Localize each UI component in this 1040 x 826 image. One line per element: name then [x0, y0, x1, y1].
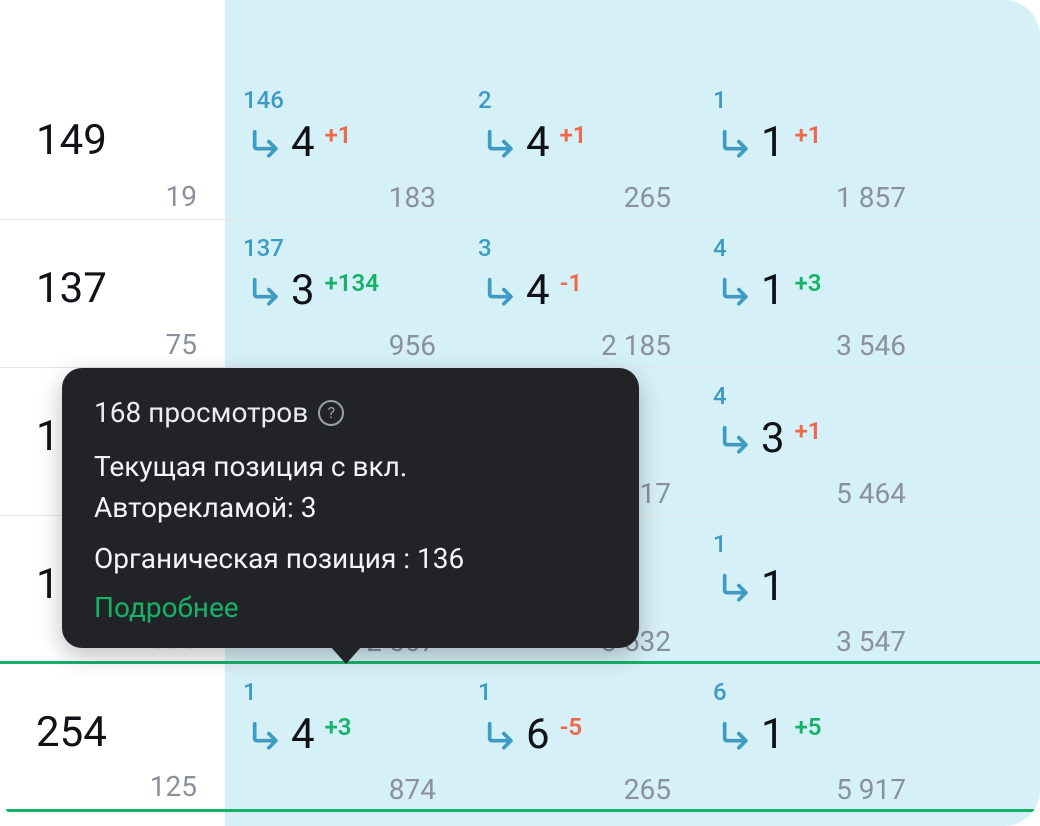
cell-position: 4: [291, 710, 315, 759]
arrow-down-right-icon: [719, 718, 753, 752]
cell-bottom-value: 183: [389, 181, 436, 214]
cell-bottom-value: 874: [389, 773, 436, 806]
cell-bottom-value: 1 857: [836, 181, 906, 214]
cell-delta: +3: [795, 269, 822, 297]
position-cell[interactable]: 4 3 +1 5 464: [695, 368, 930, 516]
cell-bottom-value: 3 546: [836, 329, 906, 362]
arrow-down-right-icon: [484, 718, 518, 752]
table-row: 254 125 1 4 +3 874 1 6 -5 265 6 1 +5 5 917: [0, 664, 1040, 812]
cell-delta: +1: [560, 121, 587, 149]
cell-position: 1: [761, 710, 785, 759]
arrow-down-right-icon: [249, 274, 283, 308]
cell-bottom-value: 3 547: [836, 625, 906, 658]
position-cell[interactable]: 6 1 +5 5 917: [695, 664, 930, 812]
cell-position: 4: [526, 118, 550, 167]
position-cell[interactable]: 1 1 3 547: [695, 516, 930, 664]
cell-position: 3: [761, 414, 785, 463]
position-cell[interactable]: 1464 +1 183: [225, 72, 460, 220]
cell-bottom-value: 5 464: [836, 477, 906, 510]
cell-delta: +3: [325, 713, 352, 741]
cell-bottom-value: 2 185: [601, 329, 671, 362]
position-cell[interactable]: 2 4 +1 265: [460, 72, 695, 220]
cell-top-value: 1: [713, 86, 727, 114]
cell-top-value: 4: [713, 382, 727, 410]
cell-top-value: 1: [243, 678, 257, 706]
cell-tooltip: 168 просмотров ? Текущая позиция с вкл. …: [62, 368, 639, 648]
position-cell[interactable]: 1373 +134 956: [225, 220, 460, 368]
cell-position: 3: [291, 266, 315, 315]
cell-delta: +1: [795, 417, 822, 445]
cell-top-value: 4: [713, 234, 727, 262]
cell-top-value: 1: [713, 530, 727, 558]
cell-position: 6: [526, 710, 550, 759]
arrow-down-right-icon: [249, 718, 283, 752]
row-subvalue: 19: [0, 180, 225, 213]
position-cell[interactable]: 3 4 -1 2 185: [460, 220, 695, 368]
arrow-down-right-icon: [719, 126, 753, 160]
arrow-down-right-icon: [484, 274, 518, 308]
row-subvalue: 125: [0, 770, 225, 803]
cell-position: 4: [526, 266, 550, 315]
cell-top-value: 137: [243, 234, 284, 262]
tooltip-views: 168 просмотров: [94, 396, 308, 429]
cell-top-value: 3: [478, 234, 492, 262]
tooltip-current-position: Текущая позиция с вкл. Авторекламой: 3: [94, 447, 607, 528]
arrow-down-right-icon: [249, 126, 283, 160]
cell-delta: +5: [795, 713, 822, 741]
tooltip-caret-icon: [330, 646, 362, 664]
row-value: 137: [36, 264, 107, 313]
cell-position: 1: [761, 266, 785, 315]
cell-top-value: 146: [243, 86, 284, 114]
arrow-down-right-icon: [719, 274, 753, 308]
row-value: 254: [36, 708, 107, 757]
cell-position: 4: [291, 118, 315, 167]
position-cell[interactable]: 4 1 +3 3 546: [695, 220, 930, 368]
cell-top-value: 1: [478, 678, 492, 706]
table-row: 149191464+118324+126511+11 857: [0, 72, 1040, 220]
cell-bottom-value: 265: [624, 181, 671, 214]
table-row: 137751373+13495634-12 18541+33 546: [0, 220, 1040, 368]
cell-top-value: 6: [713, 678, 727, 706]
cell-delta: +134: [325, 269, 379, 297]
position-cell[interactable]: 1 1 +1 1 857: [695, 72, 930, 220]
position-cell[interactable]: 1 4 +3 874: [225, 664, 460, 812]
arrow-down-right-icon: [484, 126, 518, 160]
cell-bottom-value: 5 917: [836, 773, 906, 806]
tooltip-more-link[interactable]: Подробнее: [94, 591, 607, 624]
cell-delta: +1: [325, 121, 352, 149]
cell-delta: +1: [795, 121, 822, 149]
cell-bottom-value: 956: [389, 329, 436, 362]
cell-position: 1: [761, 118, 785, 167]
help-icon[interactable]: ?: [318, 400, 344, 426]
cell-bottom-value: 265: [624, 773, 671, 806]
row-subvalue: 75: [0, 328, 225, 361]
row-value: 149: [36, 116, 107, 165]
cell-delta: -1: [560, 269, 583, 297]
arrow-down-right-icon: [719, 422, 753, 456]
cell-delta: -5: [560, 713, 583, 741]
position-cell[interactable]: 1 6 -5 265: [460, 664, 695, 812]
cell-top-value: 2: [478, 86, 492, 114]
cell-position: 1: [761, 562, 785, 611]
tooltip-organic-position: Органическая позиция : 136: [94, 542, 607, 575]
arrow-down-right-icon: [719, 570, 753, 604]
